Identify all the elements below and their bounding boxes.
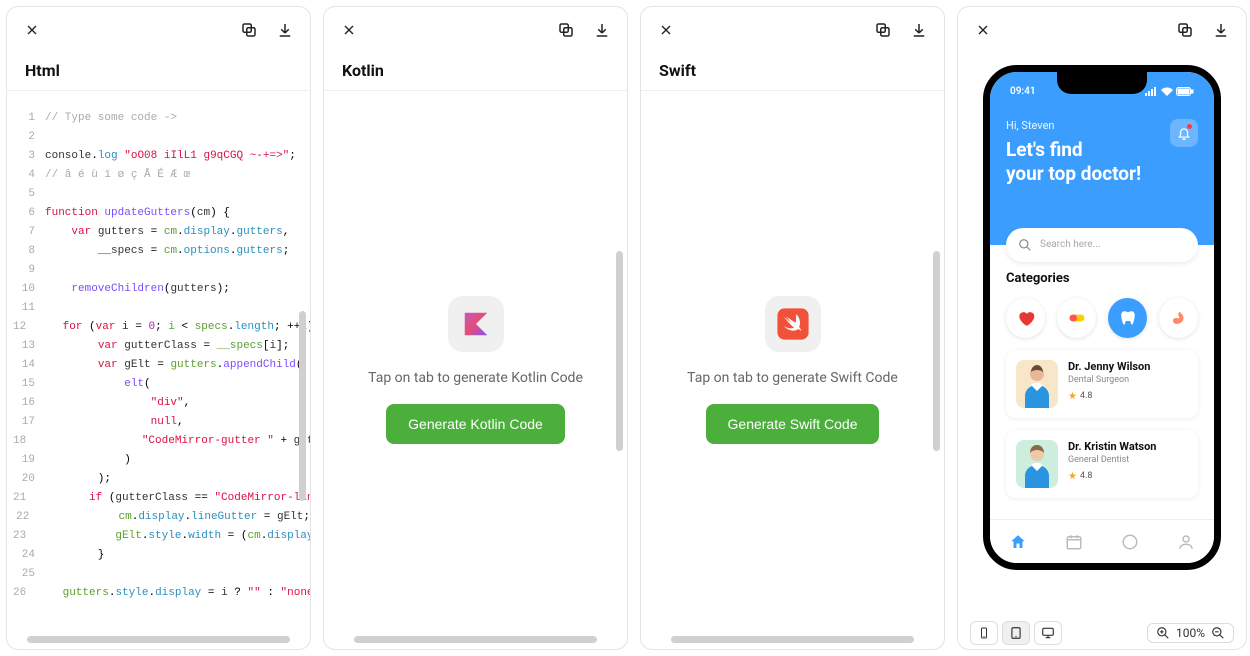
generate-swift-button[interactable]: Generate Swift Code (706, 404, 880, 444)
notification-button[interactable] (1170, 119, 1198, 147)
swift-panel: Swift Tap on tab to generate Swift Code … (640, 6, 945, 650)
category-pill[interactable] (1057, 298, 1096, 338)
copy-icon[interactable] (872, 19, 894, 41)
doctor-rating: ★4.8 (1068, 391, 1150, 402)
close-icon[interactable] (972, 19, 994, 41)
copy-icon[interactable] (238, 19, 260, 41)
status-time: 09:41 (1010, 86, 1036, 97)
device-desktop-button[interactable] (1034, 621, 1062, 645)
panel-header (324, 7, 627, 51)
download-icon[interactable] (1210, 19, 1232, 41)
doctor-card[interactable]: Dr. Kristin Watson General Dentist ★4.8 (1006, 430, 1198, 498)
kotlin-panel: Kotlin Tap on tab to generate Kotlin Cod… (323, 6, 628, 650)
nav-chat[interactable] (1121, 533, 1139, 551)
panel-title: Html (7, 51, 310, 91)
doctor-name: Dr. Kristin Watson (1068, 440, 1156, 453)
doctor-name: Dr. Jenny Wilson (1068, 360, 1150, 373)
close-icon[interactable] (21, 19, 43, 41)
html-code-panel: Html 1// Type some code ->23console.log … (6, 6, 311, 650)
panel-header (958, 7, 1246, 51)
scrollbar-horizontal[interactable] (671, 636, 914, 643)
doctor-rating: ★4.8 (1068, 471, 1156, 482)
download-icon[interactable] (908, 19, 930, 41)
code-editor[interactable]: 1// Type some code ->23console.log "oO08… (7, 91, 310, 649)
scrollbar-horizontal[interactable] (354, 636, 597, 643)
notification-dot-icon (1187, 124, 1192, 129)
categories-title: Categories (1006, 271, 1198, 286)
device-phone-button[interactable] (970, 621, 998, 645)
close-icon[interactable] (655, 19, 677, 41)
generate-message: Tap on tab to generate Swift Code (687, 370, 898, 386)
doctor-specialty: General Dentist (1068, 455, 1156, 465)
hero-title: Let's find your top doctor! (1006, 138, 1141, 187)
search-placeholder: Search here... (1040, 239, 1101, 250)
download-icon[interactable] (591, 19, 613, 41)
star-icon: ★ (1068, 391, 1077, 402)
greeting-text: Hi, Steven (1006, 119, 1141, 132)
status-icons (1145, 86, 1194, 97)
preview-toolbar: 100% (968, 617, 1236, 645)
category-stomach[interactable] (1159, 298, 1198, 338)
scrollbar-vertical[interactable] (299, 311, 306, 501)
avatar (1016, 440, 1058, 488)
bottom-nav (990, 519, 1214, 563)
phone-mockup: 09:41 Hi, Steven Let's find your top doc… (983, 65, 1221, 570)
generate-message: Tap on tab to generate Kotlin Code (368, 370, 583, 386)
copy-icon[interactable] (555, 19, 577, 41)
swift-logo-icon (765, 296, 821, 352)
scrollbar-horizontal[interactable] (27, 636, 290, 643)
hero-section: 09:41 Hi, Steven Let's find your top doc… (990, 72, 1214, 245)
download-icon[interactable] (274, 19, 296, 41)
kotlin-logo-icon (448, 296, 504, 352)
preview-panel: 09:41 Hi, Steven Let's find your top doc… (957, 6, 1247, 650)
category-tooth[interactable] (1108, 298, 1147, 338)
panel-title: Swift (641, 51, 944, 91)
search-icon (1018, 238, 1032, 252)
doctor-specialty: Dental Surgeon (1068, 375, 1150, 385)
nav-profile[interactable] (1177, 533, 1195, 551)
panel-title: Kotlin (324, 51, 627, 91)
avatar (1016, 360, 1058, 408)
category-list (1006, 298, 1198, 338)
nav-calendar[interactable] (1065, 533, 1083, 551)
notch (1057, 72, 1147, 94)
search-input[interactable]: Search here... (1006, 228, 1198, 262)
zoom-in-button[interactable] (1156, 626, 1170, 640)
zoom-out-button[interactable] (1211, 626, 1225, 640)
nav-home[interactable] (1009, 533, 1027, 551)
category-heart[interactable] (1006, 298, 1045, 338)
generate-kotlin-button[interactable]: Generate Kotlin Code (386, 404, 565, 444)
copy-icon[interactable] (1174, 19, 1196, 41)
scrollbar-vertical[interactable] (616, 251, 623, 451)
panel-header (641, 7, 944, 51)
panel-header (7, 7, 310, 51)
device-tablet-button[interactable] (1002, 621, 1030, 645)
star-icon: ★ (1068, 471, 1077, 482)
zoom-value: 100% (1176, 626, 1205, 640)
scrollbar-vertical[interactable] (933, 251, 940, 451)
close-icon[interactable] (338, 19, 360, 41)
doctor-card[interactable]: Dr. Jenny Wilson Dental Surgeon ★4.8 (1006, 350, 1198, 418)
